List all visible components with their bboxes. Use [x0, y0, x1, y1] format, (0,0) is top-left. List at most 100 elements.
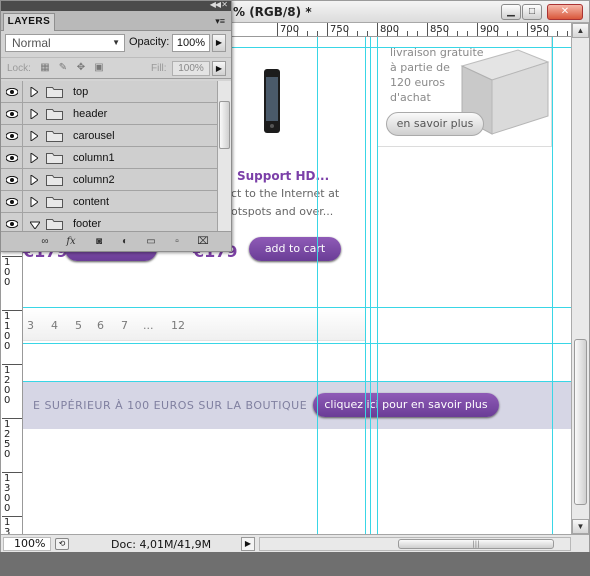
tab-layers[interactable]: LAYERS — [3, 13, 55, 31]
layer-row-column1[interactable]: column1 — [1, 147, 217, 169]
mask-icon[interactable]: ◙ — [91, 235, 107, 249]
visibility-toggle[interactable] — [1, 103, 23, 125]
vertical-scrollbar[interactable]: ▲ ▼ — [571, 23, 589, 534]
layer-name: column2 — [73, 174, 115, 186]
page-link[interactable]: 4 — [51, 319, 58, 332]
folder-icon — [46, 87, 63, 98]
folder-icon — [46, 175, 63, 186]
page-link[interactable]: 12 — [171, 319, 185, 332]
collapse-arrow-icon[interactable] — [30, 221, 40, 229]
lock-brush-icon[interactable]: ✎ — [57, 62, 69, 74]
document-size: Doc: 4,01M/41,9M — [111, 538, 212, 551]
learn-more-button[interactable]: en savoir plus — [386, 112, 484, 136]
promo-line: d'achat — [390, 91, 431, 104]
lock-row: Lock: ▦ ✎ ✥ ▣ Fill: 100% ▶ — [1, 57, 231, 79]
opacity-input[interactable]: 100% — [172, 34, 210, 52]
fill-input[interactable]: 100% — [172, 61, 210, 76]
layer-name: top — [73, 86, 89, 98]
page-link[interactable]: 6 — [97, 319, 104, 332]
lock-transparent-icon[interactable]: ▦ — [39, 62, 51, 74]
page-link[interactable]: 5 — [75, 319, 82, 332]
visibility-toggle[interactable] — [1, 125, 23, 147]
banner-cta-button[interactable]: cliquez ici pour en savoir plus — [313, 393, 499, 417]
zoom-level-field[interactable]: 100% — [3, 537, 51, 551]
expand-arrow-icon[interactable] — [30, 131, 38, 141]
fill-slider-button[interactable]: ▶ — [212, 61, 226, 76]
folder-icon — [46, 197, 63, 208]
adjustment-icon[interactable]: ◐ — [117, 235, 133, 249]
expand-arrow-icon[interactable] — [30, 153, 38, 163]
status-menu-arrow-icon[interactable]: ▶ — [241, 537, 255, 551]
free-shipping-promo: livraison gratuite à partie de 120 euros… — [377, 37, 552, 147]
panel-menu-icon[interactable]: ▾≡ — [215, 16, 225, 27]
layer-name: column1 — [73, 152, 115, 164]
visibility-toggle[interactable] — [1, 169, 23, 191]
visibility-toggle[interactable] — [1, 147, 23, 169]
lock-move-icon[interactable]: ✥ — [75, 62, 87, 74]
new-layer-icon[interactable]: ▫ — [169, 235, 185, 249]
layer-row-top[interactable]: top — [1, 81, 217, 103]
fill-label: Fill: — [151, 63, 167, 74]
horizontal-scrollbar[interactable]: ||| — [259, 537, 571, 551]
expand-arrow-icon[interactable] — [30, 175, 38, 185]
visibility-toggle[interactable] — [1, 213, 23, 231]
eye-icon — [6, 220, 18, 228]
add-to-cart-button[interactable]: add to cart — [249, 237, 341, 261]
guide-vertical[interactable] — [377, 37, 378, 534]
vertical-scroll-thumb[interactable] — [574, 339, 587, 505]
lock-label: Lock: — [7, 63, 31, 74]
expand-arrow-icon[interactable] — [30, 197, 38, 207]
chevron-down-icon: ▼ — [112, 38, 120, 47]
guide-vertical[interactable] — [552, 37, 553, 534]
maximize-button[interactable]: □ — [522, 4, 542, 20]
guide-vertical[interactable] — [317, 37, 318, 534]
horizontal-scroll-thumb[interactable]: ||| — [398, 539, 554, 549]
panel-bottom-toolbar: ∞ fx ◙ ◐ ▭ ▫ ⌧ — [1, 231, 231, 251]
layer-name: content — [73, 196, 110, 208]
lock-all-icon[interactable]: ▣ — [93, 62, 105, 74]
eye-icon — [6, 154, 18, 162]
expand-arrow-icon[interactable] — [30, 87, 38, 97]
expand-arrow-icon[interactable] — [30, 109, 38, 119]
guide-vertical[interactable] — [365, 37, 366, 534]
banner-text: E SUPÉRIEUR À 100 EUROS SUR LA BOUTIQUE — [33, 399, 308, 412]
eye-icon — [6, 110, 18, 118]
layer-name: footer — [73, 218, 102, 230]
folder-icon — [46, 153, 63, 164]
link-icon[interactable]: ∞ — [37, 235, 53, 249]
layer-row-column2[interactable]: column2 — [1, 169, 217, 191]
layer-list-scrollbar[interactable] — [217, 81, 231, 231]
guide-horizontal[interactable] — [23, 381, 571, 382]
page-link[interactable]: 7 — [121, 319, 128, 332]
minimize-button[interactable]: ▁ — [501, 4, 521, 20]
guide-horizontal[interactable] — [23, 307, 571, 308]
status-info-icon[interactable]: ⟲ — [55, 538, 69, 550]
visibility-toggle[interactable] — [1, 81, 23, 103]
guide-vertical[interactable] — [370, 37, 371, 534]
layer-list-scroll-thumb[interactable] — [219, 101, 230, 149]
trash-icon[interactable]: ⌧ — [195, 235, 211, 249]
layer-row-header[interactable]: header — [1, 103, 217, 125]
layer-row-footer[interactable]: footer — [1, 213, 217, 231]
ruler-label: 0 — [4, 277, 11, 288]
folder-icon[interactable]: ▭ — [143, 235, 159, 249]
scroll-up-arrow[interactable]: ▲ — [572, 23, 589, 38]
guide-horizontal[interactable] — [23, 343, 571, 344]
panel-header-strip[interactable]: ◀◀ ✕ — [1, 0, 231, 11]
opacity-label: Opacity: — [129, 36, 170, 48]
ruler-label: 0 — [4, 395, 11, 406]
visibility-toggle[interactable] — [1, 191, 23, 213]
fx-icon[interactable]: fx — [63, 235, 79, 249]
layer-row-content[interactable]: content — [1, 191, 217, 213]
status-bar: 100% ⟲ Doc: 4,01M/41,9M ▶ ||| — [1, 534, 589, 552]
collapse-panel-icon[interactable]: ◀◀ ✕ — [210, 0, 228, 9]
opacity-slider-button[interactable]: ▶ — [212, 34, 226, 52]
product-desc-line: ct to the Internet at — [231, 187, 340, 200]
layer-row-carousel[interactable]: carousel — [1, 125, 217, 147]
folder-icon — [46, 131, 63, 142]
ruler-label: 0 — [4, 503, 11, 514]
page-link[interactable]: 3 — [27, 319, 34, 332]
close-button[interactable]: ✕ — [547, 4, 583, 20]
scroll-down-arrow[interactable]: ▼ — [572, 519, 589, 534]
blend-mode-select[interactable]: Normal ▼ — [5, 34, 125, 52]
